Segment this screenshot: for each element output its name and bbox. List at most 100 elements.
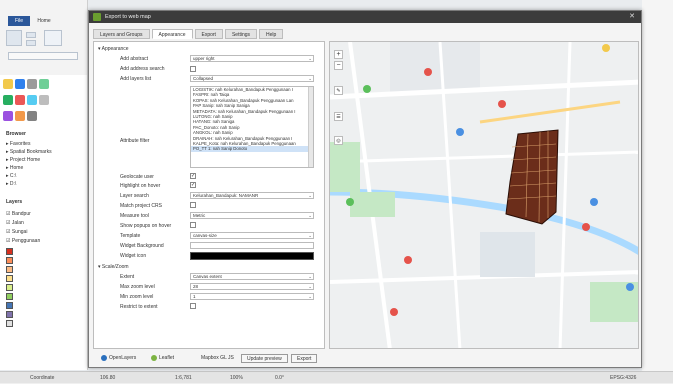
add-layer-icon[interactable] <box>3 95 13 105</box>
right-strip <box>642 0 673 371</box>
select-icon[interactable] <box>39 95 49 105</box>
add-abstract-select[interactable]: upper right ⌄ <box>190 55 314 62</box>
min-zoom-label: Min zoom level <box>120 294 154 300</box>
identify-icon[interactable] <box>27 95 37 105</box>
app-ribbon: File Home <box>0 0 88 75</box>
tab-appearance[interactable]: Appearance <box>151 29 193 39</box>
dialog-title: Export to web map <box>105 14 151 20</box>
template-select[interactable]: canvas-size ⌄ <box>190 232 314 239</box>
settings-panel[interactable]: ▾ Appearance Add abstract upper right ⌄ A… <box>93 41 325 349</box>
cut-icon[interactable] <box>26 32 36 38</box>
export-dialog: Export to web map ✕ Layers and Groups Ap… <box>88 10 642 368</box>
layer-search-label: Layer search <box>120 193 149 199</box>
list-item[interactable]: PO_TT 1: nah Sanip Donoto <box>191 146 313 152</box>
match-project-crs-label: Match project CRS <box>120 203 162 209</box>
format-icon[interactable] <box>44 30 62 46</box>
toolbar-row <box>2 77 86 91</box>
highlight-checkbox[interactable]: ✓ <box>190 182 196 188</box>
highlight-label: Highlight on hover <box>120 183 161 189</box>
legend-swatch <box>6 266 15 273</box>
group-scale-zoom[interactable]: ▾ Scale/Zoom <box>98 264 129 270</box>
widget-background-label: Widget Background <box>120 243 164 249</box>
pan-icon[interactable] <box>15 111 25 121</box>
paste-icon[interactable] <box>6 30 22 46</box>
template-label: Template <box>120 233 141 239</box>
geolocate-button[interactable]: ◎ <box>334 136 343 145</box>
layer-item[interactable]: ☑ Sungai <box>6 229 27 236</box>
browser-item[interactable]: ▸ D:\ <box>6 181 16 188</box>
extent-label: Extent <box>120 274 135 280</box>
map-icon[interactable] <box>39 79 49 89</box>
add-vector-icon[interactable] <box>15 95 25 105</box>
layers-button[interactable]: ☰ <box>334 112 343 121</box>
crs-value[interactable]: EPSG:4326 <box>610 372 636 384</box>
add-layers-list-select[interactable]: Collapsed ⌄ <box>190 75 314 82</box>
openlayers-toggle[interactable]: OpenLayers <box>101 354 136 363</box>
legend-swatch <box>6 320 15 327</box>
group-appearance[interactable]: ▾ Appearance <box>98 46 129 52</box>
layer-search-select[interactable]: Kelurahan_Bandapuk: NAMANR ⌄ <box>190 192 314 199</box>
widget-icon-color[interactable] <box>190 252 314 260</box>
map-preview[interactable]: + − ✎ ☰ ◎ <box>329 41 639 349</box>
file-tab[interactable]: File <box>8 16 30 26</box>
mapbox-toggle[interactable]: Mapbox GL JS <box>201 354 234 363</box>
layer-item[interactable]: ☑ Bandpur <box>6 211 31 218</box>
legend-swatch <box>6 293 15 300</box>
browser-item[interactable]: ▸ C:\ <box>6 173 16 180</box>
browser-item[interactable]: ▸ Home <box>6 165 23 172</box>
tab-export[interactable]: Export <box>194 29 223 39</box>
status-bar: Coordinate 106.80 1:6,781 100% 0.0° EPSG… <box>0 371 673 383</box>
widget-background-color[interactable] <box>190 242 314 249</box>
extent-select[interactable]: Canvas extent ⌄ <box>190 273 314 280</box>
measure-icon[interactable] <box>3 111 13 121</box>
layer-item[interactable]: ☑ Penggunaan <box>6 238 40 245</box>
attribute-filter-label: Attribute filter <box>120 138 150 144</box>
restrict-extent-checkbox[interactable] <box>190 303 196 309</box>
zoom-in-button[interactable]: + <box>334 50 343 59</box>
min-zoom-select[interactable]: 1 ⌄ <box>190 293 314 300</box>
browser-item[interactable]: ▸ Spatial Bookmarks <box>6 149 52 156</box>
coordinate-value: 106.80 <box>100 375 116 381</box>
zoom-icon[interactable] <box>27 111 37 121</box>
add-layers-list-label: Add layers list <box>120 76 152 82</box>
tab-layers[interactable]: Layers and Groups <box>93 29 150 39</box>
max-zoom-select[interactable]: 28 ⌄ <box>190 283 314 290</box>
magnifier-value[interactable]: 100% <box>230 372 243 384</box>
add-address-search-checkbox[interactable] <box>190 66 196 72</box>
widget-icon-label: Widget icon <box>120 253 147 259</box>
tab-help[interactable]: Help <box>259 29 284 39</box>
close-icon[interactable]: ✕ <box>629 11 635 23</box>
browser-item[interactable]: ▸ Favorites <box>6 141 30 148</box>
list-scrollbar[interactable] <box>308 87 313 167</box>
save-icon[interactable] <box>15 79 25 89</box>
legend-swatch <box>6 275 15 282</box>
browser-item[interactable]: ▸ Project Home <box>6 157 40 164</box>
show-popups-label: Show popups on hover <box>120 223 172 229</box>
layer-item[interactable]: ☑ Jalan <box>6 220 24 227</box>
measure-button[interactable]: ✎ <box>334 86 343 95</box>
attribute-filter-list[interactable]: LOGISTIK: nah Kelurahan_Bandapuk Penggun… <box>190 86 314 168</box>
tab-settings[interactable]: Settings <box>224 29 258 39</box>
legend-swatch <box>6 302 15 309</box>
dialog-titlebar: Export to web map ✕ <box>89 11 641 23</box>
rotation-value[interactable]: 0.0° <box>275 372 284 384</box>
clipboard-label <box>8 52 78 60</box>
print-icon[interactable] <box>27 79 37 89</box>
legend-swatch <box>6 284 15 291</box>
max-zoom-label: Max zoom level <box>120 284 155 290</box>
copy-icon[interactable] <box>26 40 36 46</box>
left-panel: Browser ▸ Favorites ▸ Spatial Bookmarks … <box>0 75 88 370</box>
home-tab[interactable]: Home <box>33 16 55 26</box>
match-project-crs-checkbox[interactable] <box>190 202 196 208</box>
layers-title: Layers <box>6 199 23 205</box>
show-popups-checkbox[interactable] <box>190 222 196 228</box>
leaflet-toggle[interactable]: Leaflet <box>151 354 174 363</box>
scale-value[interactable]: 1:6,781 <box>175 372 192 384</box>
coordinate-label: Coordinate <box>30 375 55 381</box>
update-preview-button[interactable]: Update preview <box>241 354 288 363</box>
geolocate-user-checkbox[interactable]: ✓ <box>190 173 196 179</box>
zoom-out-button[interactable]: − <box>334 61 343 70</box>
open-folder-icon[interactable] <box>3 79 13 89</box>
measure-tool-select[interactable]: Metric ⌄ <box>190 212 314 219</box>
export-button[interactable]: Export <box>291 354 318 363</box>
